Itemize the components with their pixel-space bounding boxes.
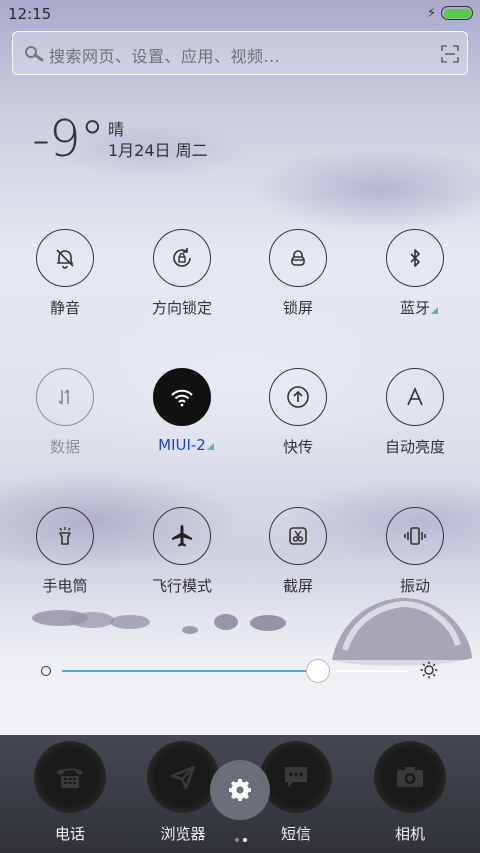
quick-transfer-icon: [287, 386, 309, 408]
toggle-lock-screen-label: 锁屏: [282, 299, 313, 317]
camera-icon: [397, 767, 423, 787]
toggle-airplane-mode[interactable]: 飞行模式: [137, 507, 227, 596]
brightness-slider[interactable]: [62, 670, 408, 672]
charging-icon: ⚡: [427, 6, 437, 21]
toggle-wifi[interactable]: MIUI-2: [137, 368, 227, 454]
toggle-mobile-data-label: 数据: [49, 438, 80, 456]
page-indicator: [233, 827, 249, 846]
brightness-slider-fill: [62, 670, 319, 672]
status-time: 12:15: [8, 5, 52, 23]
app-phone-label: 电话: [54, 825, 85, 843]
toggle-auto-brightness-label: 自动亮度: [384, 438, 445, 456]
search-icon: [25, 46, 44, 62]
toggle-quick-transfer-label: 快传: [282, 438, 313, 456]
mobile-data-icon: [58, 389, 69, 405]
toggle-wifi-label: MIUI-2: [158, 436, 214, 454]
more-indicator: [206, 443, 214, 450]
browser-icon: [170, 765, 196, 790]
vibrate-icon: [404, 527, 426, 545]
page-dot-current: [243, 838, 247, 842]
flashlight-icon: [59, 527, 71, 545]
settings-button[interactable]: [210, 760, 270, 820]
scan-icon[interactable]: [441, 45, 459, 63]
brightness-high-icon: [420, 661, 438, 679]
lock-icon: [291, 250, 305, 266]
messages-icon: [285, 767, 307, 787]
toggle-vibrate-label: 振动: [399, 577, 430, 595]
page-dot: [235, 838, 239, 842]
battery-icon: [441, 6, 473, 20]
airplane-icon: [172, 525, 192, 547]
bell-off-icon: [56, 249, 74, 269]
search-placeholder: 搜索网页、设置、应用、视频...: [49, 47, 281, 66]
auto-brightness-icon: [407, 387, 423, 406]
toggle-rotation-lock-label: 方向锁定: [151, 299, 212, 317]
toggle-quick-transfer[interactable]: 快传: [253, 368, 343, 457]
wifi-icon: [171, 389, 193, 407]
toggle-screenshot-label: 截屏: [282, 577, 313, 595]
bluetooth-icon: [410, 249, 420, 267]
more-indicator: [431, 307, 438, 314]
status-bar: 12:15 ⚡: [0, 0, 480, 28]
toggle-screenshot[interactable]: 截屏: [253, 507, 343, 596]
gear-icon: [229, 779, 251, 801]
app-browser-label: 浏览器: [160, 825, 206, 843]
weather-date: 1月24日 周二: [108, 141, 208, 160]
toggle-bluetooth-label: 蓝牙: [400, 297, 438, 318]
app-camera-label: 相机: [394, 825, 425, 843]
app-messages-label: 短信: [280, 825, 311, 843]
toggle-silent[interactable]: 静音: [20, 229, 110, 318]
wallpaper-rocks: [0, 597, 480, 680]
weather-temperature[interactable]: -9°: [32, 110, 105, 168]
toggle-flashlight[interactable]: 手电筒: [20, 507, 110, 596]
toggle-flashlight-label: 手电筒: [42, 577, 88, 595]
toggle-silent-label: 静音: [49, 299, 80, 317]
toggle-auto-brightness[interactable]: 自动亮度: [370, 368, 460, 457]
rotation-lock-icon: [173, 248, 191, 267]
toggle-rotation-lock[interactable]: 方向锁定: [137, 229, 227, 318]
search-bar[interactable]: 搜索网页、设置、应用、视频...: [12, 31, 468, 75]
toggle-airplane-mode-label: 飞行模式: [151, 577, 212, 595]
app-camera[interactable]: 相机: [360, 741, 460, 844]
screenshot-icon: [289, 527, 307, 545]
brightness-slider-thumb[interactable]: [306, 659, 331, 683]
toggle-bluetooth[interactable]: 蓝牙: [370, 229, 460, 318]
toggle-vibrate[interactable]: 振动: [370, 507, 460, 596]
brightness-low-icon: [41, 666, 51, 676]
toggle-mobile-data[interactable]: 数据: [20, 368, 110, 457]
phone-icon: [57, 768, 83, 788]
toggle-lock-screen[interactable]: 锁屏: [253, 229, 343, 318]
app-phone[interactable]: 电话: [20, 741, 120, 844]
